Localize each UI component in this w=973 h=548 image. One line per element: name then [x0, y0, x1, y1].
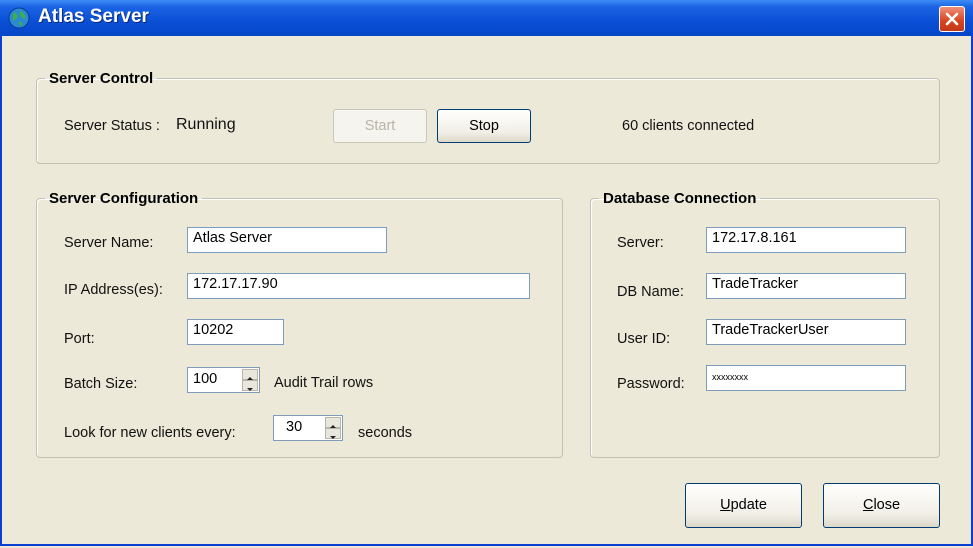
batch-size-up-button[interactable]: [242, 369, 258, 380]
batch-size-label: Batch Size:: [64, 376, 138, 392]
port-label: Port:: [64, 331, 95, 347]
start-button[interactable]: Start: [333, 109, 427, 143]
stop-button-label: Stop: [469, 118, 499, 134]
batch-size-value: 100: [193, 371, 218, 387]
update-button-label: pdate: [730, 497, 767, 513]
db-name-label: DB Name:: [617, 284, 684, 300]
server-configuration-legend: Server Configuration: [49, 190, 199, 207]
close-window-button[interactable]: [939, 6, 965, 32]
poll-interval-up-button[interactable]: [325, 417, 341, 428]
update-button[interactable]: Update: [685, 483, 802, 528]
batch-size-down-button[interactable]: [242, 380, 258, 391]
password-field[interactable]: xxxxxxxx: [706, 365, 906, 391]
window-title: Atlas Server: [38, 6, 149, 27]
poll-interval-down-button[interactable]: [325, 428, 341, 439]
globe-icon: [8, 7, 30, 29]
ip-address-label: IP Address(es):: [64, 282, 163, 298]
db-server-field[interactable]: 172.17.8.161: [706, 227, 906, 253]
database-connection-legend: Database Connection: [603, 190, 757, 207]
atlas-server-window: Atlas Server Server Control Server Statu…: [0, 0, 973, 546]
close-button[interactable]: Close: [823, 483, 940, 528]
server-control-legend: Server Control: [49, 70, 154, 87]
server-status-label: Server Status :: [64, 118, 160, 134]
db-server-label: Server:: [617, 235, 664, 251]
clients-connected-text: 60 clients connected: [622, 118, 755, 134]
ip-address-field[interactable]: 172.17.17.90: [187, 273, 530, 299]
poll-interval-suffix: seconds: [358, 425, 413, 441]
close-button-label: lose: [873, 497, 901, 513]
stop-button[interactable]: Stop: [437, 109, 531, 143]
server-name-field[interactable]: Atlas Server: [187, 227, 387, 253]
poll-interval-value: 30: [286, 419, 303, 435]
batch-size-suffix: Audit Trail rows: [274, 375, 374, 391]
port-field[interactable]: 10202: [187, 319, 284, 345]
arrow-down-icon: [330, 436, 336, 439]
update-button-accel: U: [720, 497, 731, 513]
user-id-field[interactable]: TradeTrackerUser: [706, 319, 906, 345]
password-label: Password:: [617, 376, 685, 392]
arrow-down-icon: [247, 388, 253, 391]
close-button-accel: C: [862, 497, 874, 513]
close-icon: [945, 12, 959, 26]
batch-size-spinner[interactable]: 100: [187, 367, 260, 393]
start-button-label: Start: [364, 118, 396, 134]
poll-interval-label: Look for new clients every:: [64, 425, 236, 441]
server-name-label: Server Name:: [64, 235, 154, 251]
user-id-label: User ID:: [617, 331, 671, 347]
title-bar[interactable]: Atlas Server: [0, 0, 973, 36]
db-name-field[interactable]: TradeTracker: [706, 273, 906, 299]
server-status-value: Running: [176, 116, 236, 133]
poll-interval-spinner[interactable]: 30: [273, 415, 343, 441]
